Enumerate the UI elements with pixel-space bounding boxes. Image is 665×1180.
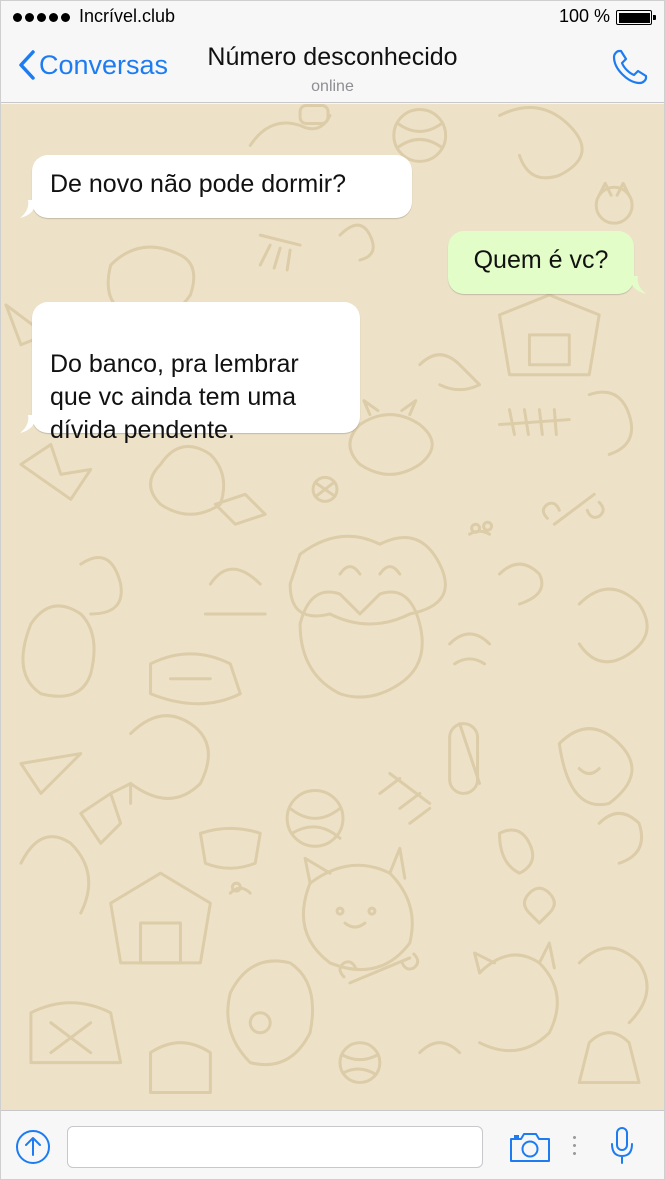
upload-icon	[16, 1130, 50, 1164]
message-bubble-outgoing[interactable]: Quem é vc?	[448, 231, 646, 294]
signal-strength-icon	[13, 13, 70, 22]
message-input[interactable]	[67, 1126, 483, 1168]
message-text: Do banco, pra lembrar que vc ainda tem u…	[50, 350, 299, 444]
battery-icon	[616, 10, 656, 25]
bubble-tail	[630, 276, 646, 294]
microphone-button[interactable]	[609, 1126, 635, 1171]
input-bar	[1, 1110, 664, 1179]
chevron-left-icon	[19, 50, 35, 80]
camera-icon	[510, 1133, 550, 1162]
message-bubble-incoming[interactable]: De novo não pode dormir?	[20, 155, 412, 218]
nav-bar: Conversas Número desconhecido online	[1, 33, 664, 103]
bubble-tail	[20, 200, 36, 218]
separator-dots	[573, 1136, 576, 1155]
phone-icon	[612, 49, 648, 85]
carrier-name: Incrível.club	[79, 6, 176, 26]
back-button-label: Conversas	[39, 49, 169, 80]
message-text: Quem é vc?	[473, 246, 609, 274]
microphone-icon	[611, 1127, 633, 1164]
message-text: De novo não pode dormir?	[50, 170, 347, 198]
message-bubble-incoming[interactable]: Do banco, pra lembrar que vc ainda tem u…	[20, 302, 360, 444]
camera-button[interactable]	[508, 1130, 552, 1169]
call-button[interactable]	[610, 47, 650, 92]
battery-percent: 100 %	[558, 6, 610, 26]
bubble-tail	[20, 415, 36, 433]
back-button[interactable]: Conversas	[17, 49, 168, 81]
status-bar: Incrível.club 100 %	[1, 1, 664, 33]
phone-screen: Incrível.club 100 % Conversas Número des…	[0, 0, 665, 1180]
chat-area[interactable]: De novo não pode dormir? Quem é vc? Do b…	[1, 104, 664, 1110]
upload-button[interactable]	[15, 1129, 51, 1170]
battery-level-fill	[618, 12, 650, 23]
